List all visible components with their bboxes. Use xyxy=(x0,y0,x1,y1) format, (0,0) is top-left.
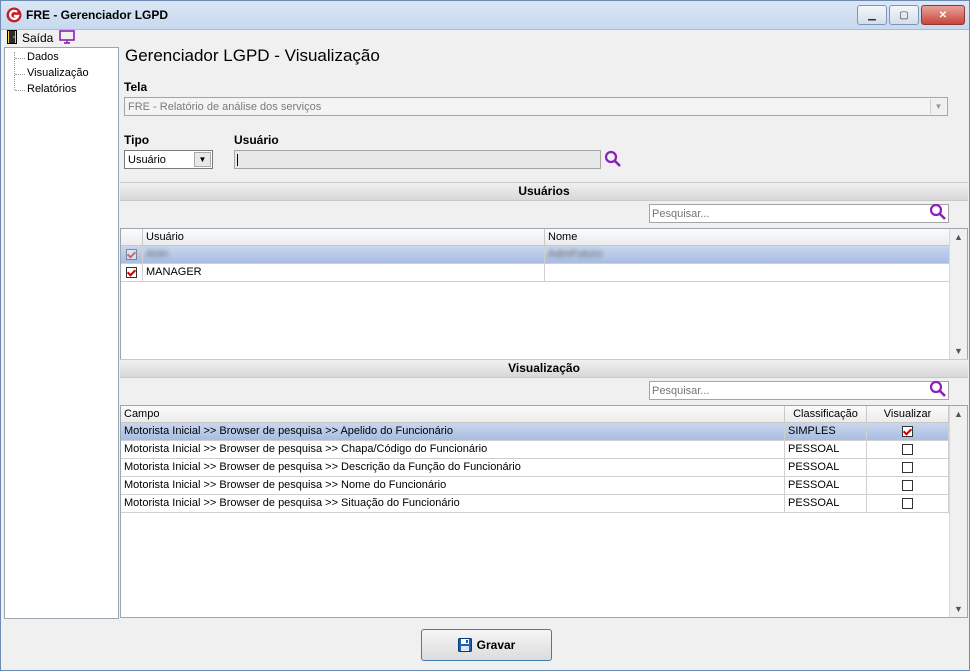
column-header-visualizar[interactable]: Visualizar xyxy=(867,406,949,423)
exit-menu-item[interactable]: Saída xyxy=(22,31,53,45)
visualizar-checkbox[interactable] xyxy=(902,426,913,437)
tree-branch xyxy=(15,74,25,75)
scroll-up-icon[interactable]: ▲ xyxy=(950,406,967,422)
tree-branch xyxy=(15,90,25,91)
text-caret xyxy=(237,154,238,166)
campo-cell[interactable]: Motorista Inicial >> Browser de pesquisa… xyxy=(121,495,785,513)
tree-item-relatorios[interactable]: Relatórios xyxy=(27,83,77,95)
vertical-scrollbar[interactable]: ▲ ▼ xyxy=(949,406,967,617)
monitor-icon[interactable] xyxy=(59,30,75,44)
main-window: FRE - Gerenciador LGPD ▁ ▢ ✕ Saída Dados… xyxy=(0,0,970,671)
row-checkbox[interactable] xyxy=(126,267,137,278)
visualizacao-search-input[interactable] xyxy=(650,382,924,400)
classificacao-cell[interactable]: PESSOAL xyxy=(785,459,867,477)
minimize-button[interactable]: ▁ xyxy=(857,5,887,25)
visualizar-checkbox[interactable] xyxy=(902,462,913,473)
exit-door-icon[interactable] xyxy=(7,30,19,44)
window-title: FRE - Gerenciador LGPD xyxy=(26,8,169,22)
floppy-disk-icon xyxy=(457,638,472,652)
tree-branch xyxy=(15,58,25,59)
tipo-value: Usuário xyxy=(128,154,166,166)
row-checkbox-cell[interactable] xyxy=(121,246,143,264)
classificacao-cell[interactable]: PESSOAL xyxy=(785,441,867,459)
visualizacao-grid: Campo Classificação Visualizar Motorista… xyxy=(120,405,968,618)
visualizar-checkbox[interactable] xyxy=(902,444,913,455)
usuarios-search-input[interactable] xyxy=(650,205,924,223)
menu-bar: Saída xyxy=(1,29,969,46)
tree-item-dados[interactable]: Dados xyxy=(27,51,59,63)
title-bar: FRE - Gerenciador LGPD ▁ ▢ ✕ xyxy=(1,1,969,30)
chevron-down-icon[interactable]: ▼ xyxy=(930,99,946,114)
usuario-cell[interactable]: MANAGER xyxy=(143,264,545,282)
visualizacao-search-field[interactable] xyxy=(649,381,949,400)
page-title: Gerenciador LGPD - Visualização xyxy=(125,46,380,65)
visualizar-checkbox[interactable] xyxy=(902,480,913,491)
search-icon[interactable] xyxy=(929,380,947,398)
usuarios-section-header: Usuários xyxy=(120,182,968,201)
search-icon[interactable] xyxy=(604,150,622,168)
campo-cell[interactable]: Motorista Inicial >> Browser de pesquisa… xyxy=(121,423,785,441)
tipo-select[interactable]: Usuário ▼ xyxy=(124,150,213,169)
scroll-down-icon[interactable]: ▼ xyxy=(950,601,967,617)
tipo-label: Tipo xyxy=(124,133,150,147)
campo-cell[interactable]: Motorista Inicial >> Browser de pesquisa… xyxy=(121,477,785,495)
save-button-label: Gravar xyxy=(476,638,516,652)
tree-item-visualizacao[interactable]: Visualização xyxy=(27,67,89,79)
column-header-classificacao[interactable]: Classificação xyxy=(785,406,867,423)
classificacao-cell[interactable]: SIMPLES xyxy=(785,423,867,441)
vertical-scrollbar[interactable]: ▲ ▼ xyxy=(949,229,967,359)
column-header-nome[interactable]: Nome xyxy=(545,229,950,246)
nome-cell[interactable]: AdmFuturo xyxy=(545,246,950,264)
usuario-value: MANAGER xyxy=(146,266,202,278)
nome-cell[interactable] xyxy=(545,264,950,282)
navigation-tree: Dados Visualização Relatórios xyxy=(4,47,119,619)
chevron-down-icon[interactable]: ▼ xyxy=(194,152,211,167)
row-checkbox[interactable] xyxy=(126,249,137,260)
usuarios-search-field[interactable] xyxy=(649,204,949,223)
close-button[interactable]: ✕ xyxy=(921,5,965,25)
classificacao-cell[interactable]: PESSOAL xyxy=(785,477,867,495)
maximize-button[interactable]: ▢ xyxy=(889,5,919,25)
usuario-cell[interactable]: Anin xyxy=(143,246,545,264)
scroll-up-icon[interactable]: ▲ xyxy=(950,229,967,245)
row-checkbox-cell[interactable] xyxy=(121,264,143,282)
scroll-down-icon[interactable]: ▼ xyxy=(950,343,967,359)
checkbox-column-header xyxy=(121,229,143,246)
tela-value: FRE - Relatório de análise dos serviços xyxy=(128,101,322,113)
column-header-usuario[interactable]: Usuário xyxy=(143,229,545,246)
classificacao-cell[interactable]: PESSOAL xyxy=(785,495,867,513)
campo-cell[interactable]: Motorista Inicial >> Browser de pesquisa… xyxy=(121,459,785,477)
search-icon[interactable] xyxy=(929,203,947,221)
visualizar-cell[interactable] xyxy=(867,441,949,459)
visualizacao-section-header: Visualização xyxy=(120,359,968,378)
tela-label: Tela xyxy=(124,80,148,94)
nome-value: AdmFuturo xyxy=(548,248,603,260)
visualizar-cell[interactable] xyxy=(867,423,949,441)
app-logo-icon xyxy=(6,7,22,23)
usuario-label: Usuário xyxy=(234,133,279,147)
tela-select[interactable]: FRE - Relatório de análise dos serviços … xyxy=(124,97,948,116)
usuarios-grid: Usuário Nome Anin AdmFuturo MANAGER ▲ ▼ xyxy=(120,228,968,360)
campo-cell[interactable]: Motorista Inicial >> Browser de pesquisa… xyxy=(121,441,785,459)
save-button[interactable]: Gravar xyxy=(421,629,552,661)
usuario-input[interactable] xyxy=(234,150,601,169)
usuario-value: Anin xyxy=(146,248,169,260)
visualizar-cell[interactable] xyxy=(867,459,949,477)
column-header-campo[interactable]: Campo xyxy=(121,406,785,423)
visualizar-checkbox[interactable] xyxy=(902,498,913,509)
visualizar-cell[interactable] xyxy=(867,477,949,495)
visualizar-cell[interactable] xyxy=(867,495,949,513)
